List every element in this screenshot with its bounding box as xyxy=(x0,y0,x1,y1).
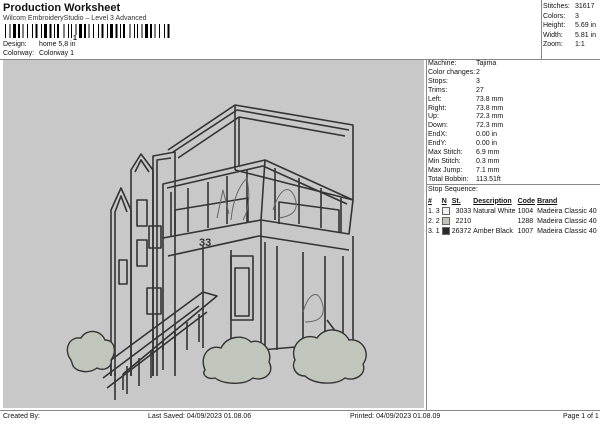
printed-date: Printed: 04/09/2023 01.08.09 xyxy=(350,413,441,420)
software-name: Wilcom EmbroideryStudio – Level 3 Advanc… xyxy=(3,15,147,22)
colorway-row: Colorway: Colorway 1 xyxy=(3,50,74,57)
design-value: home 5,8 in xyxy=(38,41,76,48)
divider xyxy=(0,410,600,411)
divider xyxy=(427,184,600,185)
barcode xyxy=(5,24,170,38)
table-header-row: # N St. Description Code Brand xyxy=(428,197,558,205)
stat-row: Colors: 3 xyxy=(543,12,579,20)
summary-stats: Stitches: 31617 Colors: 3 Height: 5.69 in W… xyxy=(543,2,596,50)
table-row: 3. 1 26372 Amber Black 1007 Madeira Clas… xyxy=(428,227,597,235)
last-saved: Last Saved: 04/09/2023 01.08.06 xyxy=(148,413,252,420)
stat-row: Width: 5.81 in xyxy=(543,31,597,39)
table-row: 1. 3 3033 Natural White 1004 Madeira Cla… xyxy=(428,207,597,215)
stat-row: Height: 5.69 in xyxy=(543,22,597,30)
design-label: Design: xyxy=(3,41,27,48)
color-swatch xyxy=(441,227,450,235)
stop-sequence-table: # N St. Description Code Brand 1. 3 3033… xyxy=(428,196,599,236)
page-title: Production Worksheet xyxy=(3,2,121,14)
created-by: Created By: xyxy=(3,413,40,420)
color-swatch xyxy=(441,217,450,225)
stop-sequence-title: Stop Sequence: xyxy=(428,186,478,193)
colorway-value: Colorway 1 xyxy=(38,50,74,57)
colorway-label: Colorway: xyxy=(3,50,35,57)
design-preview: 33 xyxy=(3,60,424,408)
divider xyxy=(541,0,542,59)
page-number: Page 1 of 1 xyxy=(563,413,599,420)
color-swatch xyxy=(441,207,450,215)
stat-row: Stitches: 31617 xyxy=(543,3,595,10)
house-number: 33 xyxy=(199,237,211,249)
design-row: Design: home 5,8 in xyxy=(3,41,76,48)
stat-row: Zoom: 1:1 xyxy=(543,41,585,49)
machine-info: Machine: Tajima Color changes:2 Stops: 3 T… xyxy=(428,60,504,183)
table-row: 2. 2 2210 1288 Madeira Classic 40 xyxy=(428,217,597,225)
divider xyxy=(426,59,427,410)
house-embroidery-image: 33 xyxy=(66,104,367,400)
